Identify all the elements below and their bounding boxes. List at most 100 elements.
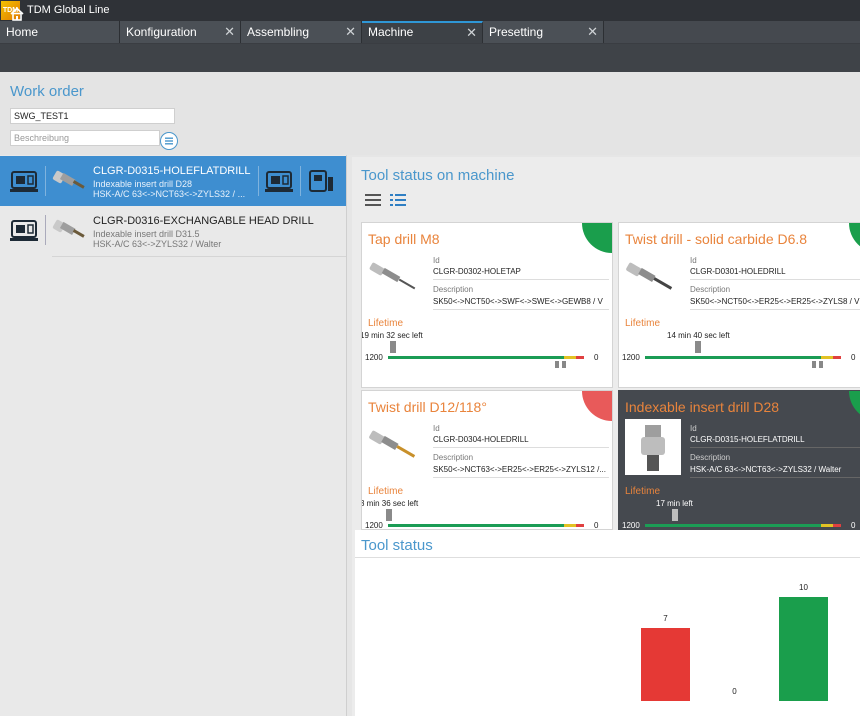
list-icon <box>165 137 173 145</box>
description-label: Description <box>433 453 474 462</box>
chart-bar <box>779 597 828 701</box>
detail-view-icon[interactable] <box>389 192 407 208</box>
list-item[interactable]: CLGR-D0316-EXCHANGABLE HEAD DRILL Indexa… <box>0 207 346 257</box>
list-view-icon[interactable] <box>364 192 382 208</box>
lifetime-marker <box>386 509 392 521</box>
tool-description: SK50<->NCT50<->ER25<->ER25<->ZYLS8 / V <box>690 297 860 306</box>
tool-card[interactable]: Tap drill M8 Id CLGR-D0302-HOLETAP Descr… <box>361 222 613 388</box>
tool-card[interactable]: Twist drill D12/118° Id CLGR-D0304-HOLED… <box>361 390 613 530</box>
tab-machine[interactable]: Machine ✕ <box>362 21 483 43</box>
tool-holder-icon <box>52 170 85 189</box>
card-title: Twist drill - solid carbide D6.8 <box>625 231 808 247</box>
tab-label: Home <box>6 25 39 39</box>
lifetime-max: 1200 <box>365 353 383 362</box>
divider <box>355 557 860 558</box>
status-indicator <box>582 223 612 253</box>
description-field[interactable]: Beschreibung <box>10 130 160 146</box>
panel-title: Tool status <box>361 537 433 554</box>
tab-konfiguration[interactable]: Konfiguration ✕ <box>120 21 241 43</box>
tab-label: Assembling <box>247 25 310 39</box>
divider <box>433 447 609 448</box>
status-indicator <box>849 223 860 253</box>
card-title: Twist drill D12/118° <box>368 399 487 415</box>
tool-id: CLGR-D0302-HOLETAP <box>433 267 521 276</box>
close-icon[interactable]: ✕ <box>587 21 598 43</box>
lifetime-bar-warning <box>564 356 576 359</box>
lifetime-bar-warning <box>821 356 833 359</box>
lifetime-bar-warning <box>564 524 576 527</box>
tab-home[interactable]: Home <box>0 21 120 43</box>
list-item-title: CLGR-D0315-HOLEFLATDRILL <box>93 165 251 177</box>
id-label: Id <box>433 424 440 433</box>
tool-id: CLGR-D0315-HOLEFLATDRILL <box>690 435 805 444</box>
tab-assembling[interactable]: Assembling ✕ <box>241 21 362 43</box>
divider <box>433 477 609 478</box>
lifetime-marker <box>672 509 678 521</box>
home-icon[interactable] <box>9 6 25 22</box>
card-title: Indexable insert drill D28 <box>625 399 780 415</box>
lifetime-bar-critical <box>576 524 584 527</box>
threshold-marks <box>812 361 824 368</box>
time-left: 19 min 32 sec left <box>361 331 423 340</box>
divider <box>300 166 301 196</box>
id-label: Id <box>690 256 697 265</box>
lifetime-label: Lifetime <box>625 318 661 329</box>
tool-card-selected[interactable]: Indexable insert drill D28 Id CLGR-D0315… <box>618 390 860 530</box>
tool-image-icon <box>626 262 673 290</box>
divider <box>690 279 860 280</box>
lifetime-label: Lifetime <box>625 486 661 497</box>
lifetime-bar-critical <box>833 524 841 527</box>
card-title: Tap drill M8 <box>368 231 440 247</box>
lifetime-bar <box>645 524 821 527</box>
tool-id: CLGR-D0304-HOLEDRILL <box>433 435 529 444</box>
machine-icon[interactable] <box>264 168 294 194</box>
divider <box>433 309 609 310</box>
close-icon[interactable]: ✕ <box>345 21 356 43</box>
lifetime-max: 1200 <box>622 521 640 530</box>
work-order-input[interactable]: SWG_TEST1 <box>10 108 175 124</box>
tool-id: CLGR-D0301-HOLEDRILL <box>690 267 786 276</box>
tool-image <box>625 419 681 475</box>
lifetime-min: 0 <box>594 521 599 530</box>
divider <box>258 166 259 196</box>
divider <box>433 279 609 280</box>
divider <box>690 309 860 310</box>
id-label: Id <box>433 256 440 265</box>
lifetime-bar-critical <box>833 356 841 359</box>
lifetime-bar-warning <box>821 524 833 527</box>
tab-label: Machine <box>368 25 414 39</box>
work-list: CLGR-D0315-HOLEFLATDRILL Indexable inser… <box>0 155 347 716</box>
divider <box>45 215 46 245</box>
lifetime-label: Lifetime <box>368 486 404 497</box>
tool-description: HSK-A/C 63<->NCT63<->ZYLS32 / Walter <box>690 465 842 474</box>
tool-image-icon <box>369 262 416 290</box>
list-item[interactable]: CLGR-D0315-HOLEFLATDRILL Indexable inser… <box>0 156 346 206</box>
close-icon[interactable]: ✕ <box>224 21 235 43</box>
list-view-button[interactable] <box>160 132 178 150</box>
machine-icon <box>10 220 38 241</box>
divider <box>690 447 860 448</box>
status-indicator <box>849 391 860 421</box>
chart-value-label: 10 <box>799 583 808 592</box>
lifetime-min: 0 <box>594 353 599 362</box>
tool-image-icon <box>369 430 416 458</box>
tab-presetting[interactable]: Presetting ✕ <box>483 21 604 43</box>
list-item-desc: HSK-A/C 63<->NCT63<->ZYLS32 / ... <box>93 189 246 199</box>
lifetime-bar <box>388 356 564 359</box>
tool-status-chart: 7 0 10 <box>355 560 860 716</box>
list-item-desc: Indexable insert drill D31.5 <box>93 229 200 239</box>
panel-title: Tool status on machine <box>361 167 515 184</box>
work-order-title: Work order <box>10 83 84 100</box>
close-icon[interactable]: ✕ <box>466 23 477 42</box>
title-bar <box>0 0 860 21</box>
tool-card[interactable]: Twist drill - solid carbide D6.8 Id CLGR… <box>618 222 860 388</box>
time-left: 14 min 40 sec left <box>667 331 730 340</box>
presetter-icon[interactable] <box>306 168 336 194</box>
tool-description: SK50<->NCT63<->ER25<->ER25<->ZYLS12 /... <box>433 465 606 474</box>
list-item-desc: HSK-A/C 63<->ZYLS32 / Walter <box>93 239 222 249</box>
threshold-marks <box>555 361 567 368</box>
description-label: Description <box>690 453 731 462</box>
chart-bar <box>641 628 690 701</box>
lifetime-max: 1200 <box>365 521 383 530</box>
tool-description: SK50<->NCT50<->SWF<->SWE<->GEWB8 / V <box>433 297 603 306</box>
